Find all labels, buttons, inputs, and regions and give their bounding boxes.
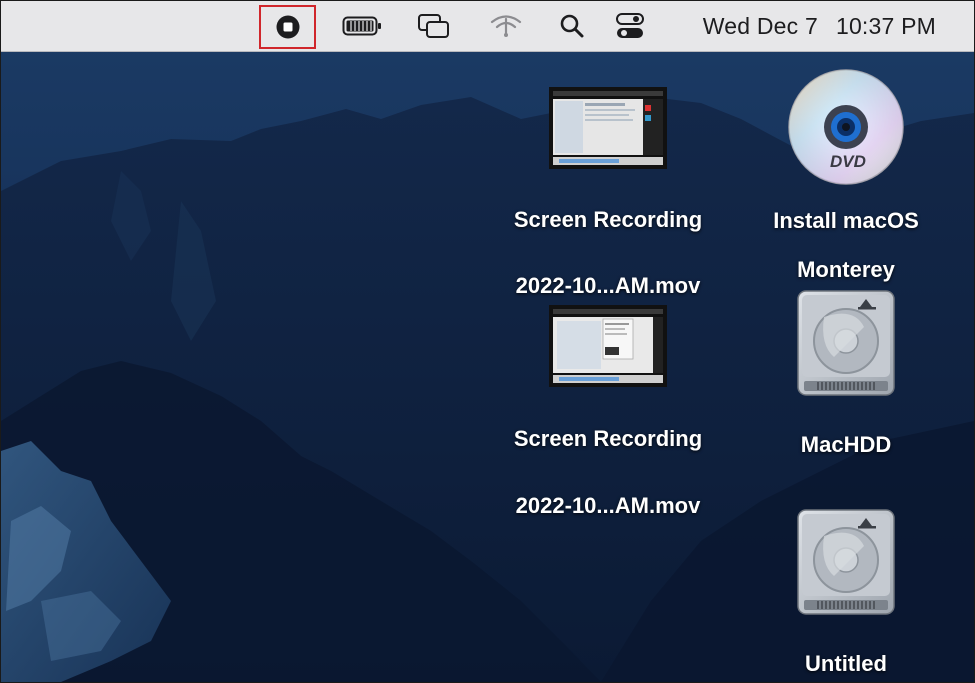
wifi-icon[interactable]	[486, 1, 526, 51]
hard-drive-icon	[797, 509, 895, 615]
clock-date: Wed Dec 7	[702, 12, 818, 39]
control-center-icon[interactable]	[610, 1, 650, 51]
desktop-item-label: Install macOS	[773, 208, 919, 233]
desktop-item-screen-recording-1[interactable]: Screen Recording 2022-10...AM.mov	[488, 83, 728, 301]
menu-bar-clock[interactable]: Wed Dec 7 10:37 PM	[703, 1, 936, 51]
screen-recording-stop-icon[interactable]	[259, 5, 316, 49]
desktop-item-label: Monterey	[797, 257, 895, 282]
desktop-item-label: Screen Recording	[513, 207, 703, 232]
desktop-item-label: Untitled	[805, 651, 887, 676]
video-thumbnail-icon	[549, 305, 667, 387]
desktop-item-machdd[interactable]: MacHDD	[726, 287, 966, 460]
desktop-screen: Wed Dec 7 10:37 PM Screen Recording 2022…	[0, 0, 975, 683]
screen-mirroring-icon[interactable]	[414, 1, 454, 51]
desktop-item-label: 2022-10...AM.mov	[515, 273, 701, 298]
dvd-logo-text: DVD	[830, 152, 866, 171]
spotlight-search-icon[interactable]	[552, 1, 592, 51]
clock-time: 10:37 PM	[835, 12, 936, 39]
desktop-item-install-macos[interactable]: DVD Install macOS Monterey	[726, 67, 966, 285]
desktop-item-untitled[interactable]: Untitled	[726, 506, 966, 679]
dvd-disc-icon: DVD	[788, 69, 904, 185]
desktop-item-label: 2022-10...AM.mov	[515, 493, 701, 518]
battery-icon[interactable]	[339, 1, 385, 51]
hard-drive-icon	[797, 290, 895, 396]
desktop-item-label: Screen Recording	[513, 426, 703, 451]
desktop-item-label: MacHDD	[800, 432, 892, 457]
desktop-item-screen-recording-2[interactable]: Screen Recording 2022-10...AM.mov	[488, 301, 728, 521]
video-thumbnail-icon	[549, 87, 667, 169]
menu-bar: Wed Dec 7 10:37 PM	[1, 1, 974, 52]
